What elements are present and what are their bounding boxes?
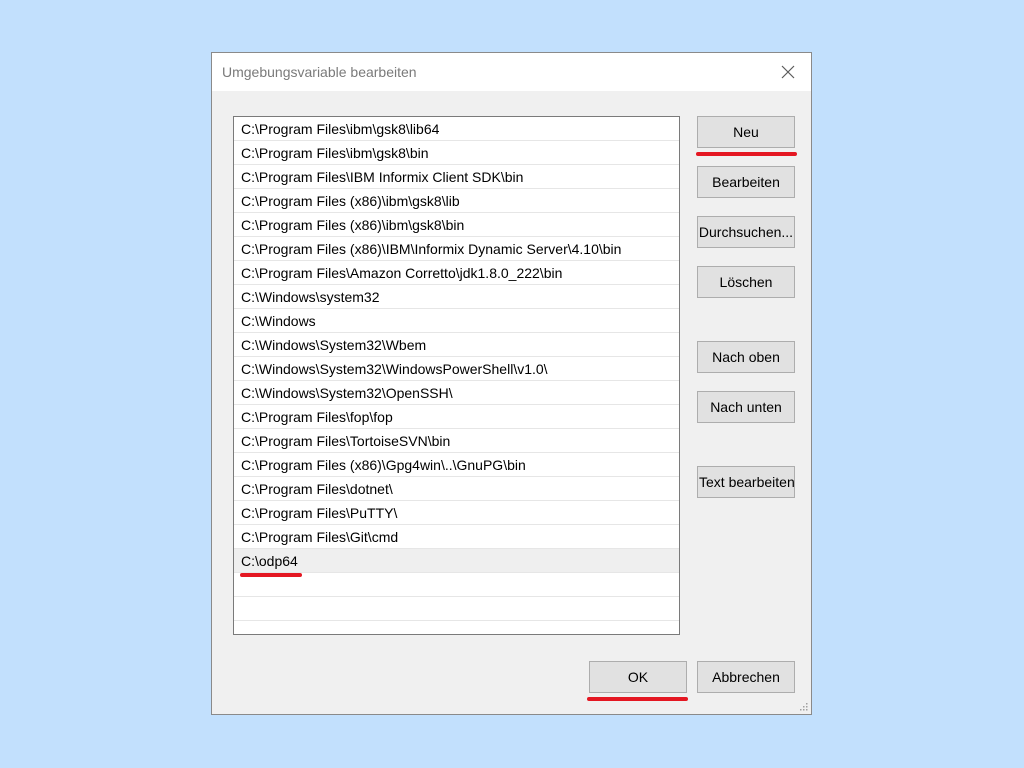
new-button[interactable]: Neu — [697, 116, 795, 148]
list-item[interactable]: C:\Windows\System32\OpenSSH\ — [234, 381, 679, 405]
list-item[interactable]: C:\Program Files\IBM Informix Client SDK… — [234, 165, 679, 189]
highlight-underline-new — [696, 152, 797, 156]
list-item[interactable]: C:\Program Files\ibm\gsk8\lib64 — [234, 117, 679, 141]
move-down-button[interactable]: Nach unten — [697, 391, 795, 423]
list-item[interactable]: C:\Windows\System32\Wbem — [234, 333, 679, 357]
list-item[interactable]: C:\Program Files (x86)\ibm\gsk8\lib — [234, 189, 679, 213]
edit-button[interactable]: Bearbeiten — [697, 166, 795, 198]
highlight-underline-odp64 — [240, 573, 302, 577]
title-bar: Umgebungsvariable bearbeiten — [212, 53, 811, 91]
ok-button[interactable]: OK — [589, 661, 687, 693]
path-list[interactable]: C:\Program Files\ibm\gsk8\lib64 C:\Progr… — [233, 116, 680, 635]
browse-button[interactable]: Durchsuchen... — [697, 216, 795, 248]
cancel-button[interactable]: Abbrechen — [697, 661, 795, 693]
empty-row — [234, 597, 679, 621]
edit-text-button[interactable]: Text bearbeiten... — [697, 466, 795, 498]
move-up-button[interactable]: Nach oben — [697, 341, 795, 373]
list-item[interactable]: C:\Windows\System32\WindowsPowerShell\v1… — [234, 357, 679, 381]
close-button[interactable] — [771, 57, 805, 87]
resize-grip-icon[interactable] — [798, 701, 808, 711]
dialog-title: Umgebungsvariable bearbeiten — [222, 64, 417, 80]
list-item[interactable]: C:\Windows — [234, 309, 679, 333]
list-item[interactable]: C:\Program Files (x86)\Gpg4win\..\GnuPG\… — [234, 453, 679, 477]
list-item[interactable]: C:\Program Files\Amazon Corretto\jdk1.8.… — [234, 261, 679, 285]
list-item[interactable]: C:\Program Files\ibm\gsk8\bin — [234, 141, 679, 165]
list-item[interactable]: C:\Program Files\PuTTY\ — [234, 501, 679, 525]
list-item[interactable]: C:\Program Files (x86)\ibm\gsk8\bin — [234, 213, 679, 237]
highlight-underline-ok — [587, 697, 688, 701]
list-item-selected[interactable]: C:\odp64 — [234, 549, 679, 573]
list-item[interactable]: C:\Program Files\TortoiseSVN\bin — [234, 429, 679, 453]
list-item[interactable]: C:\Program Files\Git\cmd — [234, 525, 679, 549]
list-item[interactable]: C:\Program Files\fop\fop — [234, 405, 679, 429]
delete-button[interactable]: Löschen — [697, 266, 795, 298]
list-item[interactable]: C:\Program Files\dotnet\ — [234, 477, 679, 501]
close-icon — [781, 65, 795, 79]
list-item[interactable]: C:\Program Files (x86)\IBM\Informix Dyna… — [234, 237, 679, 261]
list-item[interactable]: C:\Windows\system32 — [234, 285, 679, 309]
